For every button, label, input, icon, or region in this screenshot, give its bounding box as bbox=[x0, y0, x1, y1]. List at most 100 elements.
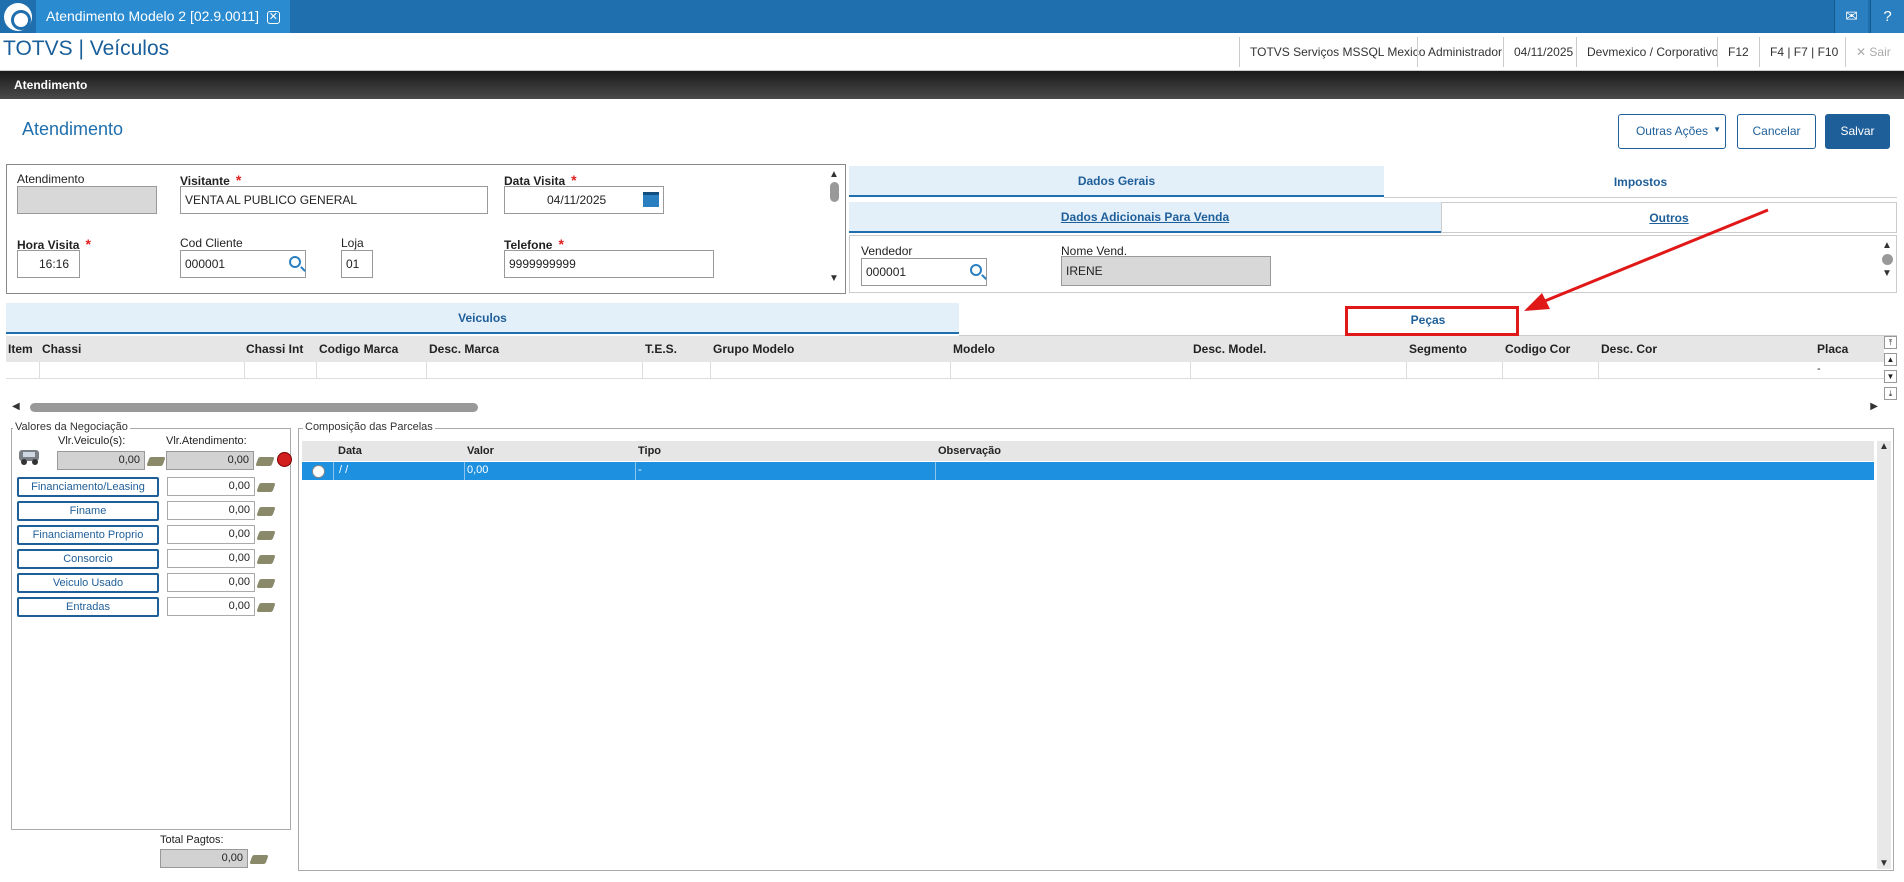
finame-field[interactable]: 0,00 bbox=[167, 501, 255, 520]
date-info[interactable]: 04/11/2025 bbox=[1503, 37, 1583, 67]
f12-key[interactable]: F12 bbox=[1717, 37, 1759, 67]
consorcio-field[interactable]: 0,00 bbox=[167, 549, 255, 568]
money-icon[interactable] bbox=[256, 555, 276, 564]
telefone-field[interactable]: 9999999999 bbox=[504, 250, 714, 278]
help-icon[interactable]: ? bbox=[1870, 0, 1904, 33]
loja-field[interactable]: 01 bbox=[341, 250, 373, 278]
table-row[interactable]: - bbox=[6, 362, 1884, 379]
money-icon[interactable] bbox=[256, 579, 276, 588]
col-grupo-modelo[interactable]: Grupo Modelo bbox=[713, 342, 794, 356]
cancelar-button[interactable]: Cancelar bbox=[1737, 114, 1816, 149]
tab-close-icon[interactable]: ✕ bbox=[266, 11, 280, 24]
grid-hscrollbar[interactable]: ◀ ▶ bbox=[6, 397, 1884, 417]
arrow-right-icon[interactable]: ▶ bbox=[1870, 401, 1878, 412]
col-codigo-cor[interactable]: Codigo Cor bbox=[1505, 342, 1570, 356]
data-visita-field[interactable]: 04/11/2025 bbox=[504, 186, 664, 214]
form-scrollbar[interactable]: ▲ ▼ bbox=[827, 169, 841, 289]
vlr-veiculo-field: 0,00 bbox=[57, 451, 145, 470]
money-icon[interactable] bbox=[256, 507, 276, 516]
panel-scrollbar[interactable]: ▲ ▼ bbox=[1880, 240, 1894, 290]
tab-impostos[interactable]: Impostos bbox=[1384, 167, 1897, 198]
arrow-down-icon[interactable]: ▼ bbox=[1880, 268, 1894, 279]
outras-acoes-button[interactable]: Outras Ações ▼ bbox=[1618, 114, 1726, 149]
col-tes[interactable]: T.E.S. bbox=[645, 342, 677, 356]
scroll-bottom-icon[interactable]: ⤓ bbox=[1884, 387, 1897, 400]
user-info[interactable]: Administrador bbox=[1417, 37, 1512, 67]
col-chassi[interactable]: Chassi bbox=[42, 342, 81, 356]
financiamento-leasing-field[interactable]: 0,00 bbox=[167, 477, 255, 496]
col-valor[interactable]: Valor bbox=[467, 445, 494, 457]
vehicle-icon[interactable] bbox=[17, 445, 43, 467]
scroll-up-icon[interactable]: ▲ bbox=[1884, 353, 1897, 366]
arrow-up-icon[interactable]: ▲ bbox=[827, 169, 841, 180]
cell-divider bbox=[935, 462, 936, 480]
hora-visita-field[interactable]: 16:16 bbox=[17, 250, 80, 278]
financiamento-proprio-button[interactable]: Financiamento Proprio bbox=[17, 525, 159, 545]
scroll-thumb[interactable] bbox=[829, 182, 839, 202]
col-observacao[interactable]: Observação bbox=[938, 445, 1001, 457]
money-icon[interactable] bbox=[146, 457, 166, 466]
col-item[interactable]: Item bbox=[8, 342, 33, 356]
consorcio-button[interactable]: Consorcio bbox=[17, 549, 159, 569]
cell-divider bbox=[426, 362, 427, 379]
col-data[interactable]: Data bbox=[338, 445, 362, 457]
annotation-arrow bbox=[1524, 208, 1769, 311]
financiamento-proprio-field[interactable]: 0,00 bbox=[167, 525, 255, 544]
col-segmento[interactable]: Segmento bbox=[1409, 342, 1467, 356]
col-chassi-int[interactable]: Chassi Int bbox=[246, 342, 303, 356]
entradas-button[interactable]: Entradas bbox=[17, 597, 159, 617]
visitante-field[interactable]: VENTA AL PUBLICO GENERAL bbox=[180, 186, 488, 214]
search-icon[interactable] bbox=[289, 256, 301, 268]
sair-label: Sair bbox=[1869, 45, 1891, 59]
salvar-button[interactable]: Salvar bbox=[1825, 114, 1890, 149]
col-desc-cor[interactable]: Desc. Cor bbox=[1601, 342, 1657, 356]
parcelas-scrollbar[interactable]: ▲ ▼ bbox=[1877, 441, 1891, 869]
money-icon[interactable] bbox=[255, 457, 275, 466]
arrow-up-icon[interactable]: ▲ bbox=[1880, 240, 1894, 251]
col-placa[interactable]: Placa bbox=[1817, 342, 1848, 356]
col-desc-model[interactable]: Desc. Model. bbox=[1193, 342, 1266, 356]
total-pagtos-field: 0,00 bbox=[160, 849, 248, 868]
close-icon: ✕ bbox=[1856, 45, 1867, 59]
veiculo-usado-field[interactable]: 0,00 bbox=[167, 573, 255, 592]
col-desc-marca[interactable]: Desc. Marca bbox=[429, 342, 499, 356]
env-info[interactable]: Devmexico / Corporativo bbox=[1576, 37, 1728, 67]
vendedor-field[interactable]: 000001 bbox=[861, 258, 987, 286]
scroll-down-icon[interactable]: ▼ bbox=[1884, 370, 1897, 383]
totvs-logo-icon[interactable] bbox=[4, 3, 32, 31]
sair-button[interactable]: ✕ Sair bbox=[1845, 37, 1901, 67]
arrow-down-icon[interactable]: ▼ bbox=[827, 273, 841, 284]
tab-dados-gerais[interactable]: Dados Gerais bbox=[849, 166, 1384, 197]
veiculo-usado-button[interactable]: Veiculo Usado bbox=[17, 573, 159, 593]
scroll-thumb[interactable] bbox=[30, 403, 478, 412]
mail-icon[interactable]: ✉ bbox=[1834, 0, 1868, 33]
arrow-down-icon[interactable]: ▼ bbox=[1877, 858, 1891, 869]
money-icon[interactable] bbox=[256, 603, 276, 612]
search-icon[interactable] bbox=[970, 264, 982, 276]
arrow-left-icon[interactable]: ◀ bbox=[12, 401, 20, 412]
financiamento-leasing-button[interactable]: Financiamento/Leasing bbox=[17, 477, 159, 497]
finame-button[interactable]: Finame bbox=[17, 501, 159, 521]
atendimento-field bbox=[17, 186, 157, 214]
tab-veiculos[interactable]: Veiculos bbox=[6, 303, 959, 334]
entradas-field[interactable]: 0,00 bbox=[167, 597, 255, 616]
col-tipo[interactable]: Tipo bbox=[638, 445, 661, 457]
scroll-thumb[interactable] bbox=[1881, 254, 1893, 265]
cell-divider bbox=[1598, 362, 1599, 379]
col-modelo[interactable]: Modelo bbox=[953, 342, 995, 356]
arrow-up-icon[interactable]: ▲ bbox=[1877, 441, 1891, 452]
cod-cliente-field[interactable]: 000001 bbox=[180, 250, 306, 278]
col-codigo-marca[interactable]: Codigo Marca bbox=[319, 342, 398, 356]
window-tab[interactable]: Atendimento Modelo 2 [02.9.0011] ✕ bbox=[36, 0, 290, 33]
table-row[interactable]: / / 0,00 - bbox=[302, 462, 1874, 480]
money-icon[interactable] bbox=[249, 855, 269, 864]
tab-dados-adicionais[interactable]: Dados Adicionais Para Venda bbox=[849, 202, 1441, 233]
loja-label: Loja bbox=[341, 236, 364, 250]
cell-divider bbox=[710, 362, 711, 379]
calendar-icon[interactable] bbox=[643, 192, 659, 207]
row-radio[interactable] bbox=[312, 465, 325, 478]
money-icon[interactable] bbox=[256, 483, 276, 492]
scroll-top-icon[interactable]: ⤒ bbox=[1884, 336, 1897, 349]
money-icon[interactable] bbox=[256, 531, 276, 540]
fkeys[interactable]: F4 | F7 | F10 bbox=[1759, 37, 1848, 67]
